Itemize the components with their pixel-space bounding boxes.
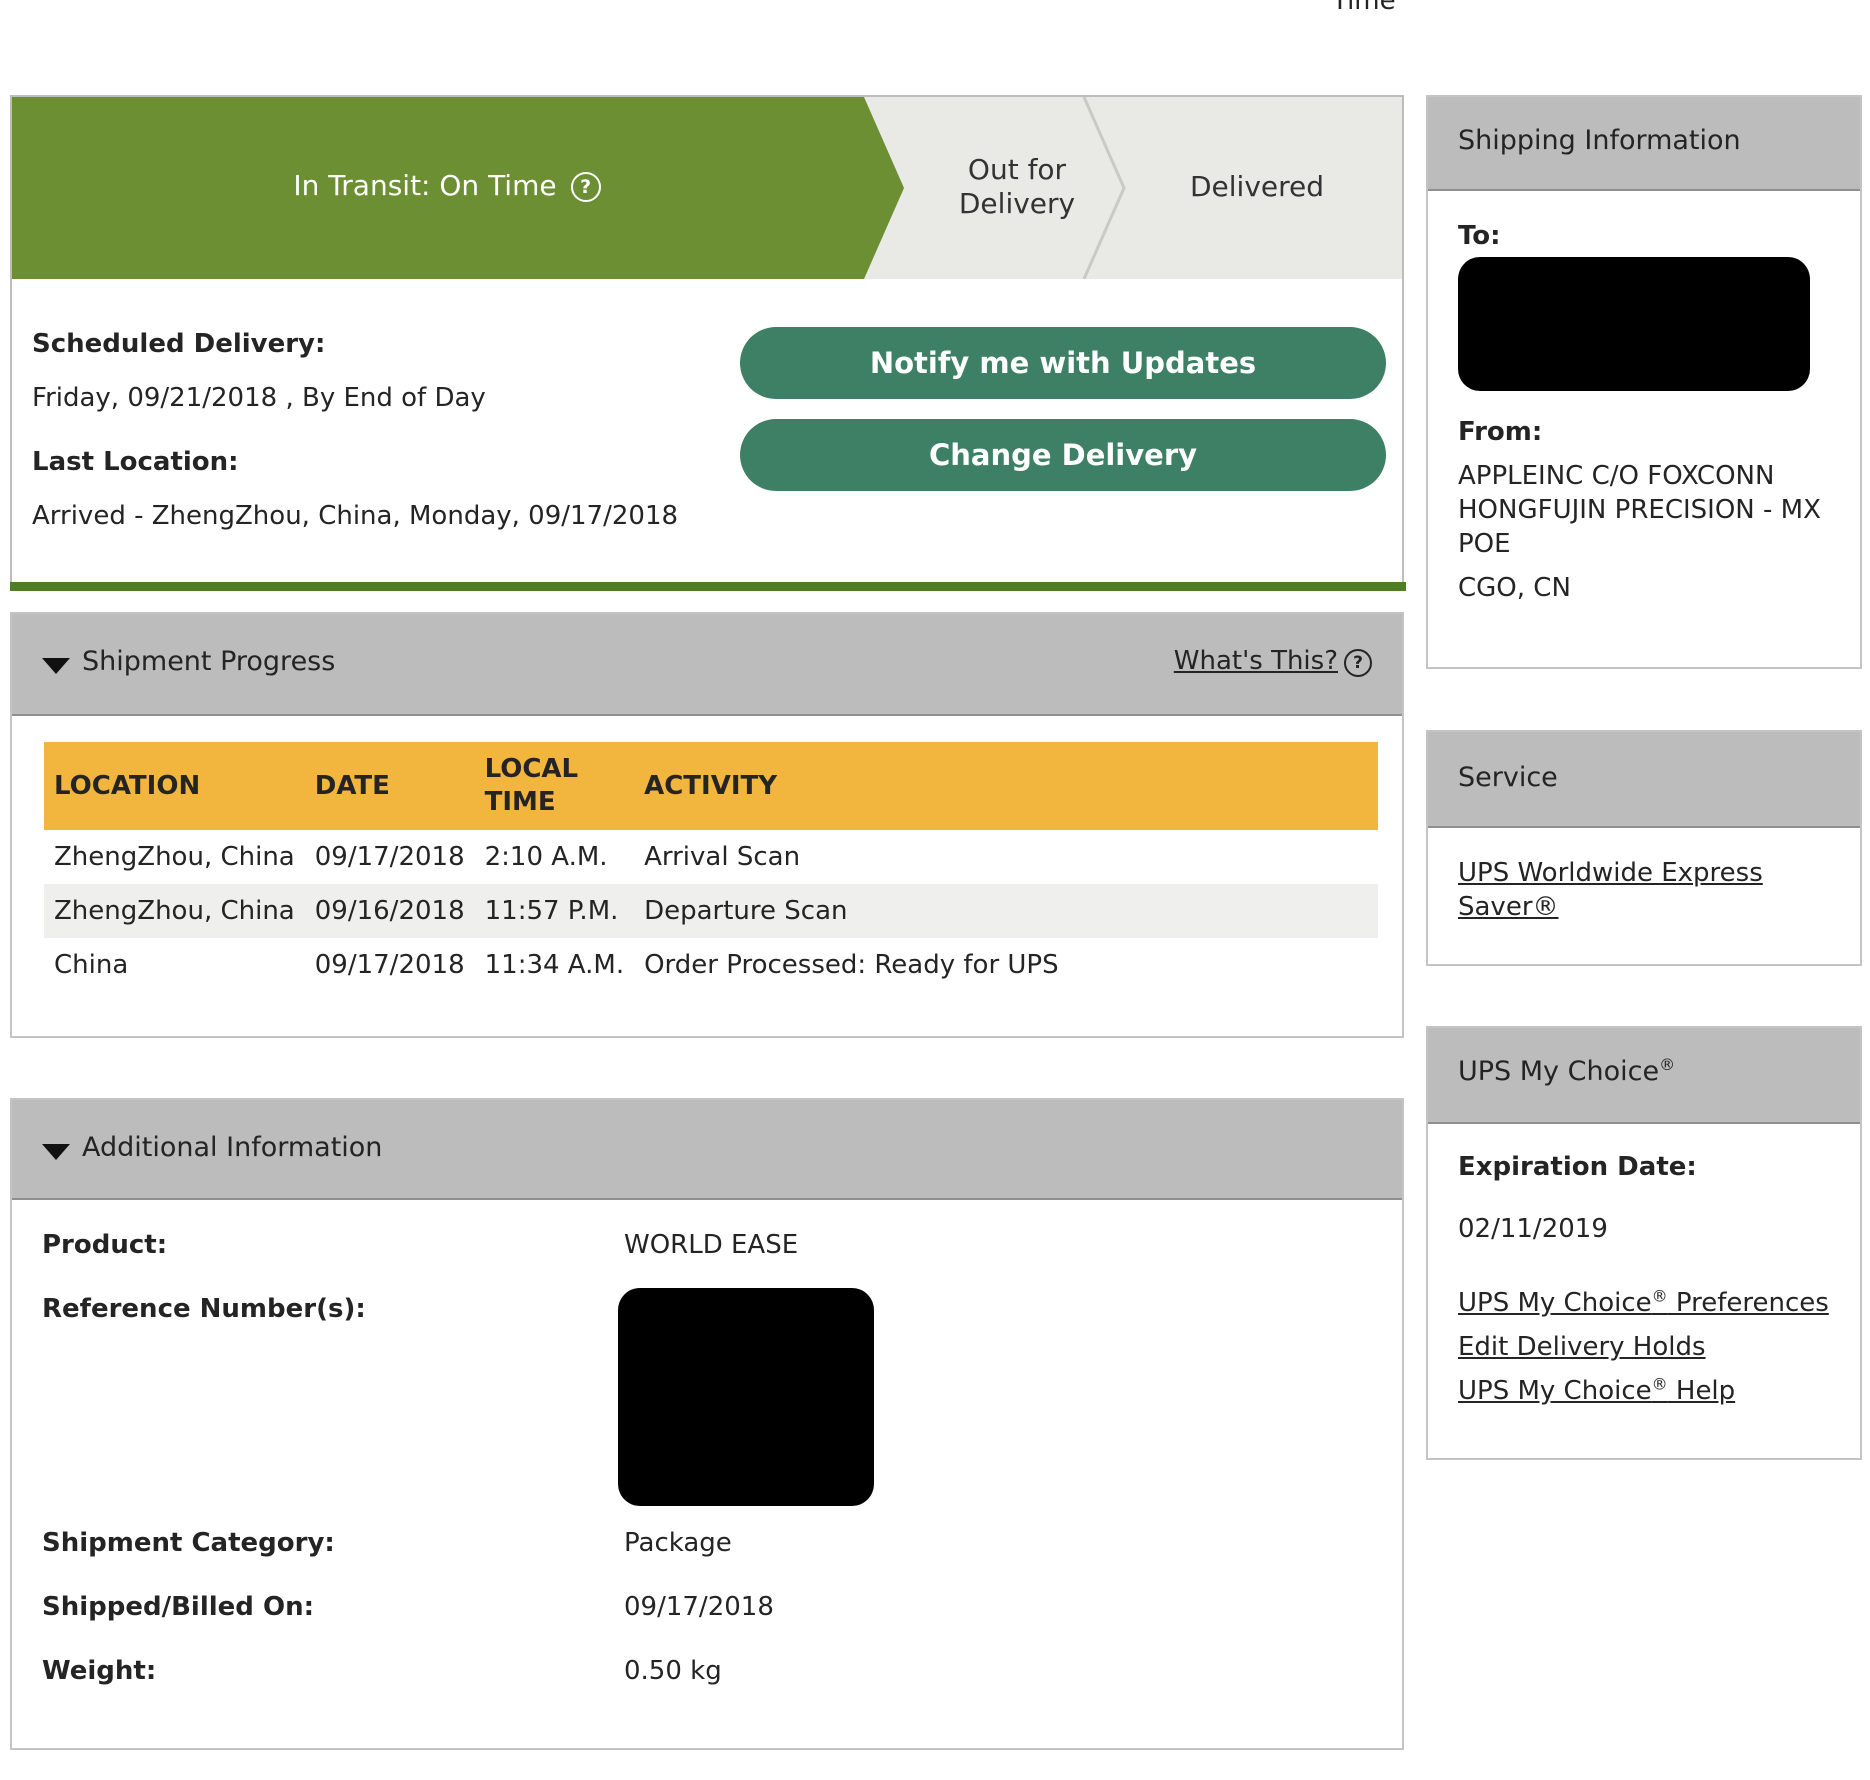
expiration-date-label: Expiration Date: bbox=[1458, 1152, 1697, 1182]
weight-label: Weight: bbox=[42, 1656, 157, 1686]
table-row: China 09/17/2018 11:34 A.M. Order Proces… bbox=[44, 938, 1378, 992]
from-city: CGO, CN bbox=[1458, 573, 1571, 603]
col-location: LOCATION bbox=[44, 742, 305, 830]
scheduled-delivery-value: Friday, 09/21/2018 , By End of Day bbox=[32, 383, 486, 413]
shipment-progress-header[interactable]: Shipment Progress What's This?? bbox=[12, 614, 1402, 716]
my-choice-title-text: UPS My Choice bbox=[1458, 1056, 1660, 1087]
collapse-triangle-icon[interactable] bbox=[42, 658, 70, 674]
product-label: Product: bbox=[42, 1230, 168, 1260]
shipment-category-label: Shipment Category: bbox=[42, 1528, 335, 1558]
table-row: ZhengZhou, China 09/16/2018 11:57 P.M. D… bbox=[44, 884, 1378, 938]
from-label: From: bbox=[1458, 417, 1543, 447]
weight-value: 0.50 kg bbox=[624, 1656, 722, 1686]
redacted-recipient-address bbox=[1458, 257, 1810, 391]
service-title: Service bbox=[1458, 762, 1558, 793]
my-choice-preferences-link[interactable]: UPS My Choice® Preferences bbox=[1458, 1286, 1829, 1320]
stage-out-for-delivery: Out for Delivery bbox=[958, 153, 1076, 220]
row-date: 09/16/2018 bbox=[304, 884, 475, 938]
row-time: 11:57 P.M. bbox=[474, 884, 635, 938]
row-time: 11:34 A.M. bbox=[484, 950, 625, 980]
registered-mark: ® bbox=[1659, 1055, 1676, 1074]
from-line-2: HONGFUJIN PRECISION - MX bbox=[1458, 495, 1821, 525]
additional-information-header[interactable]: Additional Information bbox=[12, 1100, 1402, 1200]
scheduled-delivery-label: Scheduled Delivery: bbox=[32, 329, 326, 359]
my-choice-panel: UPS My Choice® Expiration Date: 02/11/20… bbox=[1426, 1026, 1862, 1460]
from-line-3: POE bbox=[1458, 529, 1511, 559]
to-label: To: bbox=[1458, 221, 1501, 251]
row-activity: Departure Scan bbox=[634, 884, 1378, 938]
last-location-value: Arrived - ZhengZhou, China, Monday, 09/1… bbox=[32, 501, 679, 531]
shipment-category-value: Package bbox=[624, 1528, 732, 1558]
help-link-text-a[interactable]: UPS My Choice bbox=[1458, 1376, 1652, 1406]
row-date: 09/17/2018 bbox=[314, 842, 465, 872]
service-link[interactable]: UPS Worldwide Express Saver® bbox=[1458, 856, 1763, 924]
shipping-information-header: Shipping Information bbox=[1428, 97, 1860, 191]
shipment-progress-title: Shipment Progress bbox=[82, 646, 336, 677]
question-circle-icon[interactable]: ? bbox=[570, 172, 601, 202]
preferences-link-text-b[interactable]: Preferences bbox=[1668, 1288, 1829, 1318]
row-location: ZhengZhou, China bbox=[54, 842, 295, 872]
notify-updates-button[interactable]: Notify me with Updates bbox=[740, 327, 1386, 399]
shipment-progress-panel: Shipment Progress What's This?? LOCATION… bbox=[10, 612, 1404, 1038]
cut-off-header-text: Time bbox=[1332, 0, 1396, 16]
service-panel: Service UPS Worldwide Express Saver® bbox=[1426, 730, 1862, 966]
my-choice-title: UPS My Choice® bbox=[1458, 1056, 1675, 1087]
my-choice-help-link[interactable]: UPS My Choice® Help bbox=[1458, 1374, 1735, 1408]
service-header: Service bbox=[1428, 732, 1860, 828]
question-circle-icon[interactable]: ? bbox=[1344, 649, 1372, 677]
row-location: ZhengZhou, China bbox=[44, 884, 305, 938]
additional-information-panel: Additional Information Product: WORLD EA… bbox=[10, 1098, 1404, 1750]
redacted-reference-numbers bbox=[618, 1288, 874, 1506]
additional-information-title: Additional Information bbox=[82, 1132, 383, 1163]
table-row: ZhengZhou, China 09/17/2018 2:10 A.M. Ar… bbox=[44, 830, 1378, 884]
row-date: 09/17/2018 bbox=[314, 950, 465, 980]
status-card-bottom-border bbox=[10, 582, 1406, 591]
service-link-line-2[interactable]: Saver® bbox=[1458, 892, 1559, 922]
stage-in-transit: In Transit: On Time? bbox=[12, 169, 882, 203]
my-choice-header: UPS My Choice® bbox=[1428, 1028, 1860, 1124]
col-local-time: LOCAL TIME bbox=[474, 742, 635, 830]
shipped-billed-label: Shipped/Billed On: bbox=[42, 1592, 314, 1622]
whats-this-link[interactable]: What's This?? bbox=[1174, 646, 1372, 677]
stage-delivered: Delivered bbox=[1189, 170, 1325, 203]
help-link-text-b[interactable]: Help bbox=[1668, 1376, 1735, 1406]
last-location-label: Last Location: bbox=[32, 447, 239, 477]
change-delivery-button[interactable]: Change Delivery bbox=[740, 419, 1386, 491]
reference-numbers-label: Reference Number(s): bbox=[42, 1294, 366, 1324]
whats-this-label[interactable]: What's This? bbox=[1174, 646, 1338, 676]
registered-mark[interactable]: ® bbox=[1652, 1374, 1668, 1393]
service-link-line-1[interactable]: UPS Worldwide Express bbox=[1458, 858, 1763, 888]
table-header-row: LOCATION DATE LOCAL TIME ACTIVITY bbox=[44, 742, 1378, 830]
row-location: China bbox=[54, 950, 129, 980]
collapse-triangle-icon[interactable] bbox=[42, 1144, 70, 1160]
shipped-billed-value: 09/17/2018 bbox=[624, 1592, 774, 1622]
shipping-information-panel: Shipping Information To: From: APPLEINC … bbox=[1426, 95, 1862, 669]
row-activity: Order Processed: Ready for UPS bbox=[644, 950, 1059, 980]
col-activity: ACTIVITY bbox=[634, 742, 1378, 830]
edit-delivery-holds-link[interactable]: Edit Delivery Holds bbox=[1458, 1330, 1706, 1364]
registered-mark[interactable]: ® bbox=[1652, 1286, 1668, 1305]
row-activity: Arrival Scan bbox=[644, 842, 801, 872]
expiration-date-value: 02/11/2019 bbox=[1458, 1214, 1608, 1244]
product-value: WORLD EASE bbox=[624, 1230, 799, 1260]
row-time: 2:10 A.M. bbox=[484, 842, 608, 872]
stage-in-transit-label: In Transit: On Time bbox=[293, 169, 557, 202]
status-progress-bar: In Transit: On Time? Out for Delivery De… bbox=[12, 97, 1402, 279]
from-line-1: APPLEINC C/O FOXCONN bbox=[1458, 461, 1775, 491]
col-date: DATE bbox=[304, 742, 475, 830]
delivery-status-card: In Transit: On Time? Out for Delivery De… bbox=[10, 95, 1406, 591]
preferences-link-text-a[interactable]: UPS My Choice bbox=[1458, 1288, 1652, 1318]
shipment-progress-table: LOCATION DATE LOCAL TIME ACTIVITY ZhengZ… bbox=[44, 742, 1378, 992]
shipping-information-title: Shipping Information bbox=[1458, 125, 1741, 156]
